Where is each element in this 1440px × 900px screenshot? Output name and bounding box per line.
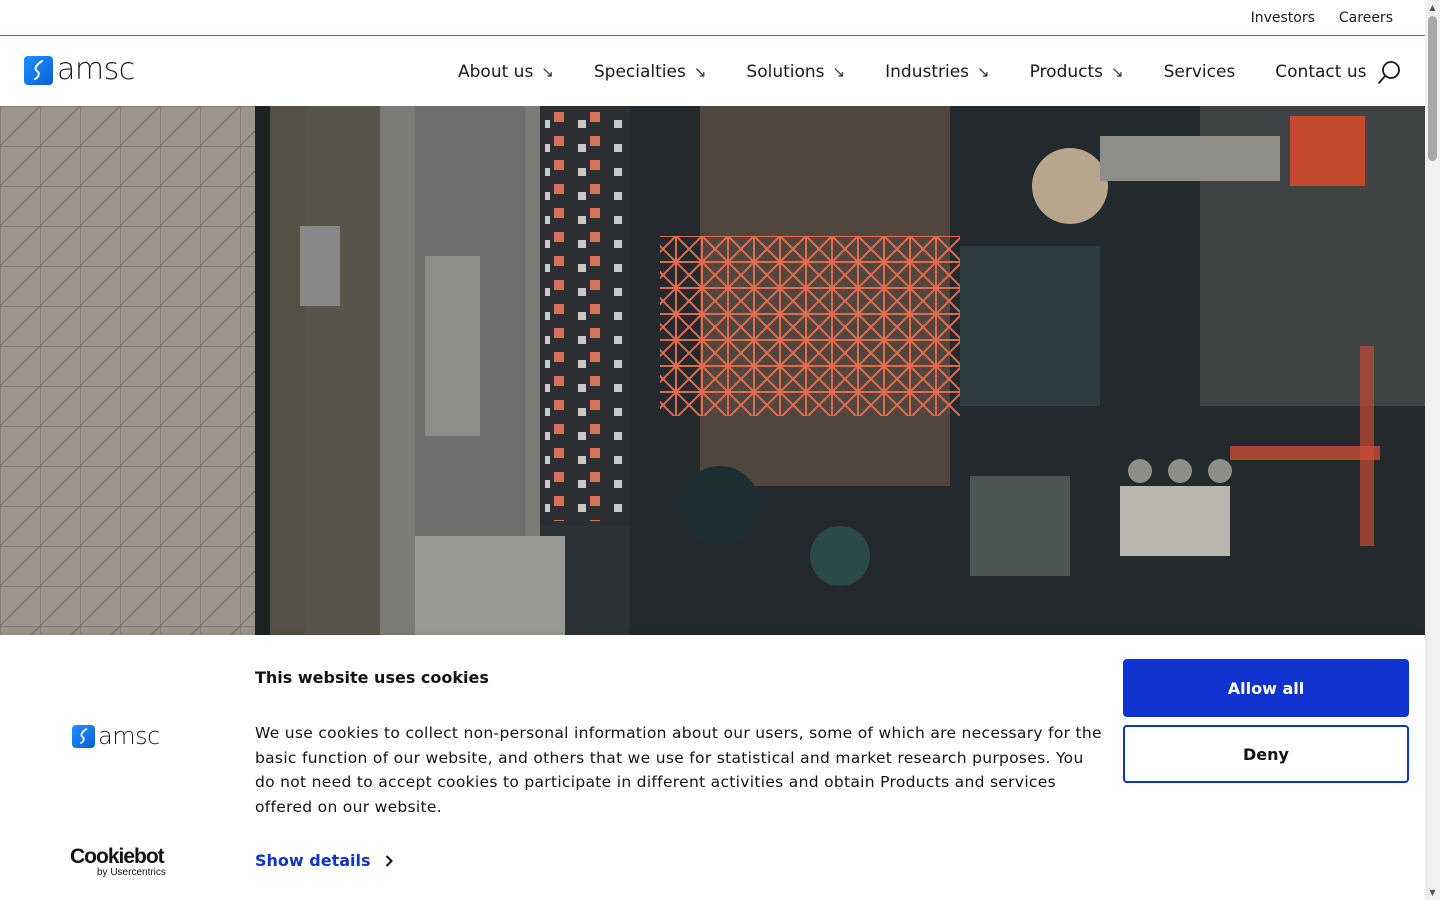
cookie-banner-logo: amsc <box>72 724 160 748</box>
cookiebot-logo: Cookiebot by Usercentrics <box>70 845 166 878</box>
page-scrollbar[interactable]: ▲ ▼ <box>1425 0 1440 900</box>
logo-text: amsc <box>98 722 160 750</box>
cookiebot-subtitle: by Usercentrics <box>97 867 166 878</box>
hero-video <box>0 106 1425 635</box>
arrow-down-right-icon: ↘ <box>693 62 707 81</box>
hero-aerial-image <box>0 106 1425 635</box>
chevron-right-icon <box>385 854 393 867</box>
nav-item-label: Specialties <box>593 61 686 82</box>
nav-item-label: Products <box>1029 61 1104 82</box>
logo-mark-icon <box>24 55 53 85</box>
cookie-consent-banner: amsc Cookiebot by Usercentrics This webs… <box>0 635 1425 900</box>
scrollbar-thumb[interactable] <box>1428 16 1437 161</box>
logo-text: amsc <box>57 52 135 87</box>
cookie-banner-body: We use cookies to collect non-personal i… <box>255 724 1102 816</box>
nav-item-industries[interactable]: Industries ↘ <box>885 62 989 82</box>
nav-item-services[interactable]: Services <box>1164 62 1236 82</box>
show-details-link[interactable]: Show details <box>255 851 393 870</box>
show-details-label: Show details <box>255 851 371 870</box>
arrow-down-right-icon: ↘ <box>1111 62 1124 81</box>
scroll-down-icon[interactable]: ▼ <box>1428 888 1437 897</box>
deny-button[interactable]: Deny <box>1123 725 1409 783</box>
nav-item-label: Contact us <box>1275 61 1367 82</box>
arrow-down-right-icon: ↘ <box>541 62 554 81</box>
main-nav: About us ↘ Specialties ↘ Solutions ↘ Ind… <box>458 37 1366 106</box>
cookiebot-brand: Cookiebot <box>70 845 165 868</box>
arrow-down-right-icon: ↘ <box>832 62 846 81</box>
main-header: amsc About us ↘ Specialties ↘ Solutions … <box>0 37 1425 106</box>
arrow-down-right-icon: ↘ <box>977 62 990 81</box>
nav-item-contact-us[interactable]: Contact us <box>1275 62 1366 82</box>
utility-bar: Investors Careers <box>0 0 1425 36</box>
nav-item-label: Industries <box>885 61 970 82</box>
allow-all-button[interactable]: Allow all <box>1123 659 1409 717</box>
logo-mark-icon <box>72 724 95 748</box>
nav-item-products[interactable]: Products ↘ <box>1030 62 1124 82</box>
nav-item-label: Services <box>1163 61 1236 82</box>
site-logo[interactable]: amsc <box>24 55 135 85</box>
nav-item-solutions[interactable]: Solutions ↘ <box>746 62 845 82</box>
nav-item-label: Solutions <box>746 61 825 82</box>
search-icon[interactable] <box>1377 59 1403 85</box>
investors-link[interactable]: Investors <box>1251 10 1315 26</box>
nav-item-about-us[interactable]: About us ↘ <box>458 62 554 82</box>
scroll-up-icon[interactable]: ▲ <box>1428 3 1437 12</box>
careers-link[interactable]: Careers <box>1339 10 1393 26</box>
nav-item-specialties[interactable]: Specialties ↘ <box>594 62 707 82</box>
nav-item-label: About us <box>458 61 534 82</box>
cookie-banner-title: This website uses cookies <box>255 668 489 687</box>
